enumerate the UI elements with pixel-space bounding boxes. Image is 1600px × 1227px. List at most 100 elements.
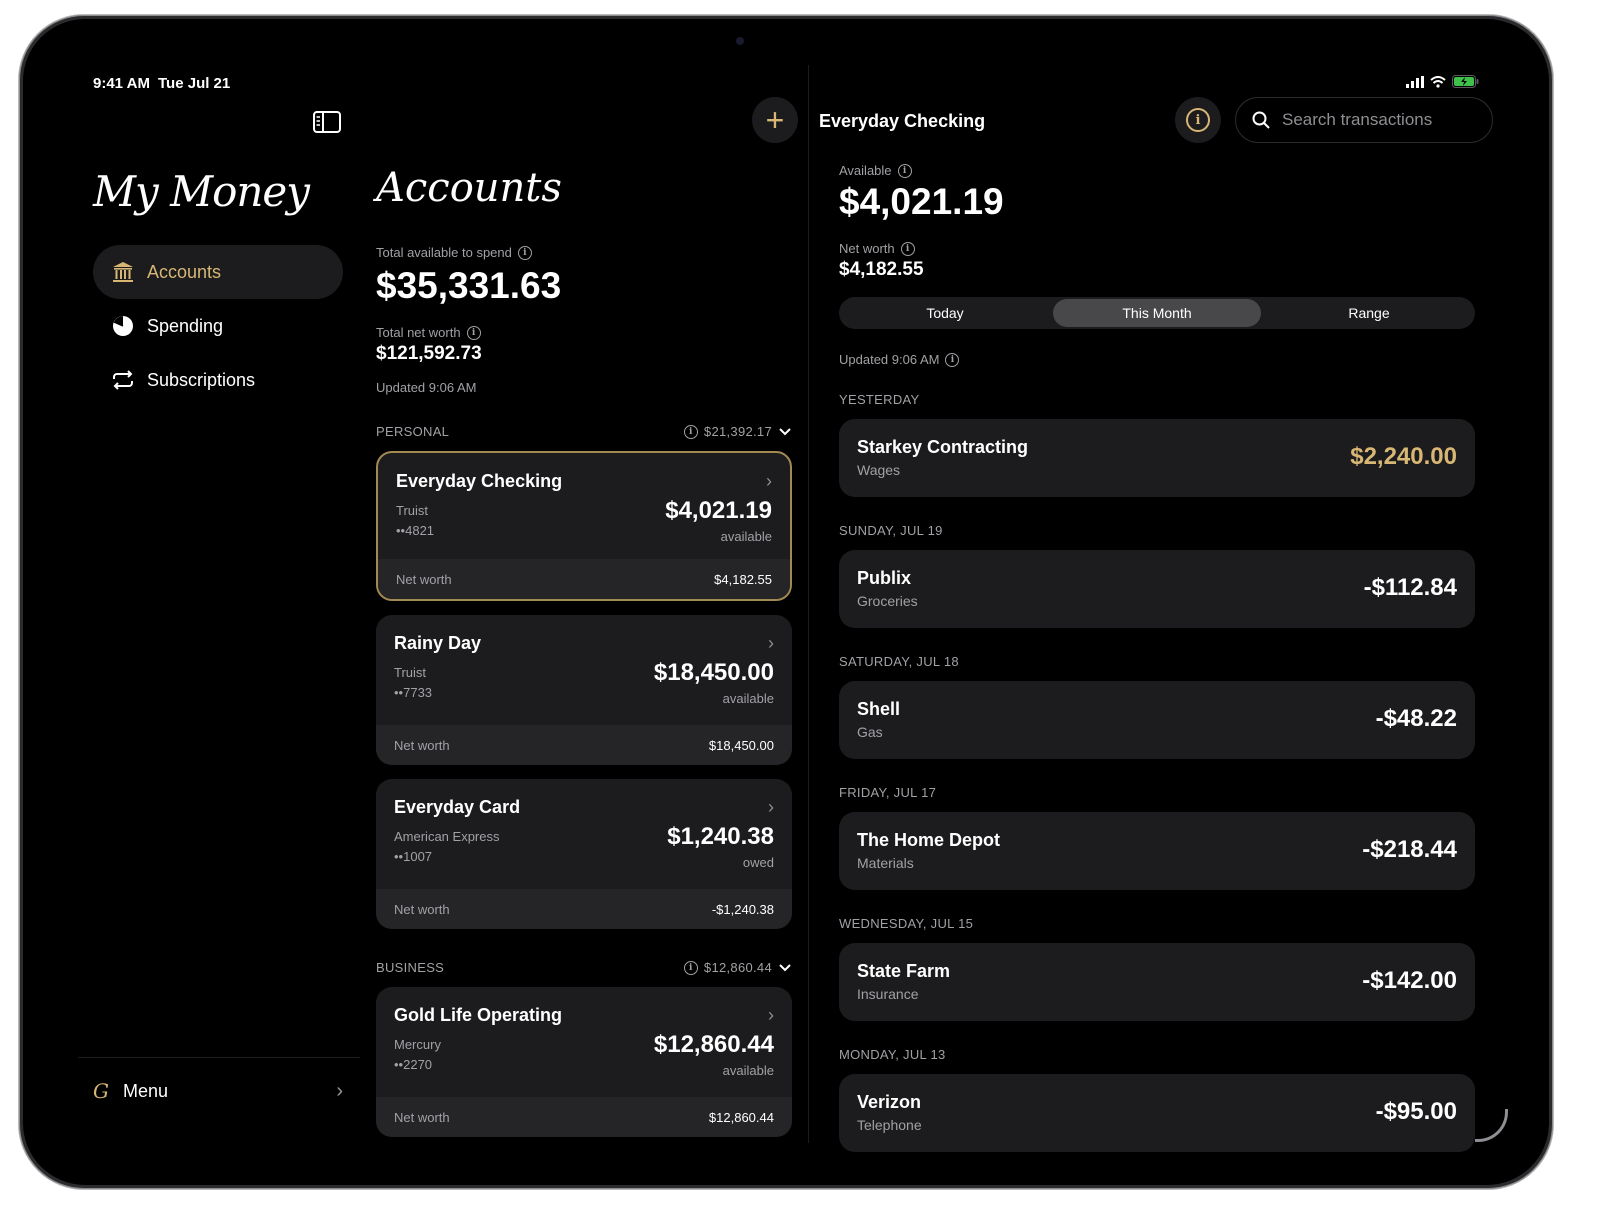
chevron-right-icon: › xyxy=(766,471,772,491)
account-net-worth-row: Net worth $12,860.44 xyxy=(376,1097,792,1137)
detail-updated-text: Updated 9:06 AM xyxy=(839,352,940,367)
segment-range[interactable]: Range xyxy=(1265,299,1473,327)
account-institution: Truist xyxy=(396,503,429,518)
account-net-worth-row: Net worth $4,182.55 xyxy=(378,559,790,599)
tx-amount: -$95.00 xyxy=(1375,1098,1457,1125)
info-icon[interactable]: i xyxy=(683,960,698,975)
tx-name: Shell xyxy=(857,699,901,719)
net-worth-label: Net worth i xyxy=(839,241,915,256)
tx-name: Publix xyxy=(857,568,912,588)
add-account-button[interactable]: + xyxy=(752,97,798,143)
account-amount: $4,021.19 xyxy=(665,497,772,524)
info-icon[interactable]: i xyxy=(683,424,698,439)
info-icon[interactable]: i xyxy=(897,163,912,178)
sidebar-toggle-icon[interactable] xyxy=(313,111,341,133)
section-personal-header[interactable]: PERSONAL i $21,392.17 xyxy=(376,424,792,439)
account-name: Everyday Card xyxy=(394,797,521,817)
total-net-worth-label: Total net worth i xyxy=(376,325,481,340)
tx-amount: $2,240.00 xyxy=(1350,443,1457,470)
account-name: Rainy Day xyxy=(394,633,482,653)
available-label: Available i xyxy=(839,163,912,178)
tx-amount: -$218.44 xyxy=(1362,836,1457,863)
transaction-row[interactable]: Verizon Telephone -$95.00 xyxy=(839,1074,1475,1152)
account-amount-label: owed xyxy=(742,855,774,870)
menu-divider xyxy=(78,1057,360,1058)
ipad-frame: 9:41 AM Tue Jul 21 My Money Accounts Spe… xyxy=(18,14,1554,1190)
search-field[interactable] xyxy=(1235,97,1493,143)
tx-name: State Farm xyxy=(857,961,951,981)
account-name: Gold Life Operating xyxy=(394,1005,563,1025)
detail-updated: Updated 9:06 AM i xyxy=(839,352,960,367)
account-net-worth-row: Net worth $18,450.00 xyxy=(376,725,792,765)
account-institution: Mercury xyxy=(394,1037,441,1052)
net-worth-label: Net worth xyxy=(394,901,450,917)
search-input[interactable] xyxy=(1280,109,1474,131)
net-worth-value: $4,182.55 xyxy=(714,571,772,587)
info-icon[interactable]: i xyxy=(466,325,481,340)
tx-name: The Home Depot xyxy=(857,830,1001,850)
account-number: ••7733 xyxy=(394,685,433,700)
available-amount: $4,021.19 xyxy=(839,181,1004,222)
transaction-row[interactable]: Starkey Contracting Wages $2,240.00 xyxy=(839,419,1475,497)
camera-dot xyxy=(736,37,744,45)
search-icon xyxy=(1252,111,1270,129)
tx-group-heading: MONDAY, JUL 13 xyxy=(839,1047,946,1062)
account-amount: $1,240.38 xyxy=(667,823,774,850)
chevron-right-icon: › xyxy=(768,633,774,653)
section-total: i $12,860.44 xyxy=(683,960,792,975)
net-worth-value: $12,860.44 xyxy=(708,1109,774,1125)
sidebar-nav: Accounts Spending Subscriptions xyxy=(93,245,343,407)
sidebar-item-spending[interactable]: Spending xyxy=(93,299,343,353)
chevron-right-icon: › xyxy=(336,1079,343,1102)
account-info-button[interactable]: i xyxy=(1175,97,1221,143)
net-worth-value: -$1,240.38 xyxy=(711,901,774,917)
section-total: i $21,392.17 xyxy=(683,424,792,439)
plus-icon: + xyxy=(765,102,785,138)
info-icon[interactable]: i xyxy=(945,352,960,367)
sidebar-item-accounts[interactable]: Accounts xyxy=(93,245,343,299)
sidebar-item-label: Subscriptions xyxy=(147,369,256,390)
updated-time: Updated 9:06 AM xyxy=(376,380,477,395)
total-available-text: Total available to spend xyxy=(376,245,512,260)
available-text: Available xyxy=(839,163,892,178)
segment-today[interactable]: Today xyxy=(841,299,1049,327)
tx-group-heading: FRIDAY, JUL 17 xyxy=(839,785,937,800)
column-divider xyxy=(808,65,809,1143)
pie-chart-icon xyxy=(111,314,135,338)
account-amount: $12,860.44 xyxy=(653,1031,774,1058)
section-label: PERSONAL xyxy=(376,424,450,439)
account-number: ••1007 xyxy=(394,849,433,864)
menu-button[interactable]: G Menu › xyxy=(93,1071,343,1111)
transaction-row[interactable]: The Home Depot Materials -$218.44 xyxy=(839,812,1475,890)
transaction-row[interactable]: Publix Groceries -$112.84 xyxy=(839,550,1475,628)
section-business-header[interactable]: BUSINESS i $12,860.44 xyxy=(376,960,792,975)
sidebar-item-label: Accounts xyxy=(147,261,222,282)
tx-category: Groceries xyxy=(857,593,918,609)
segment-this-month[interactable]: This Month xyxy=(1053,299,1261,327)
screen: 9:41 AM Tue Jul 21 My Money Accounts Spe… xyxy=(23,19,1549,1185)
chevron-right-icon: › xyxy=(768,1005,774,1025)
net-worth-label: Net worth xyxy=(394,1109,450,1125)
info-icon[interactable]: i xyxy=(517,245,532,260)
tx-group-heading: SATURDAY, JUL 18 xyxy=(839,654,959,669)
account-institution: American Express xyxy=(394,829,500,844)
bank-icon xyxy=(111,260,135,284)
page-title: Accounts xyxy=(376,165,562,211)
transaction-row[interactable]: State Farm Insurance -$142.00 xyxy=(839,943,1475,1021)
net-worth-label: Net worth xyxy=(394,737,450,753)
sidebar-item-subscriptions[interactable]: Subscriptions xyxy=(93,353,343,407)
date-range-segmented-control: Today This Month Range xyxy=(839,297,1475,329)
account-card-gold-life-operating[interactable]: Gold Life Operating Mercury ••2270 › $12… xyxy=(376,987,792,1137)
info-icon[interactable]: i xyxy=(900,241,915,256)
cellular-signal-icon xyxy=(1406,75,1424,88)
tx-group-heading: YESTERDAY xyxy=(839,392,920,407)
net-worth-label: Net worth xyxy=(396,571,452,587)
account-card-rainy-day[interactable]: Rainy Day Truist ••7733 › $18,450.00 ava… xyxy=(376,615,792,765)
scroll-indicator[interactable] xyxy=(1475,1109,1508,1142)
tx-category: Materials xyxy=(857,855,914,871)
account-card-everyday-card[interactable]: Everyday Card American Express ••1007 › … xyxy=(376,779,792,929)
transaction-row[interactable]: Shell Gas -$48.22 xyxy=(839,681,1475,759)
tx-name: Verizon xyxy=(857,1092,922,1112)
account-card-everyday-checking[interactable]: Everyday Checking Truist ••4821 › $4,021… xyxy=(376,451,792,601)
tx-group-heading: WEDNESDAY, JUL 15 xyxy=(839,916,974,931)
